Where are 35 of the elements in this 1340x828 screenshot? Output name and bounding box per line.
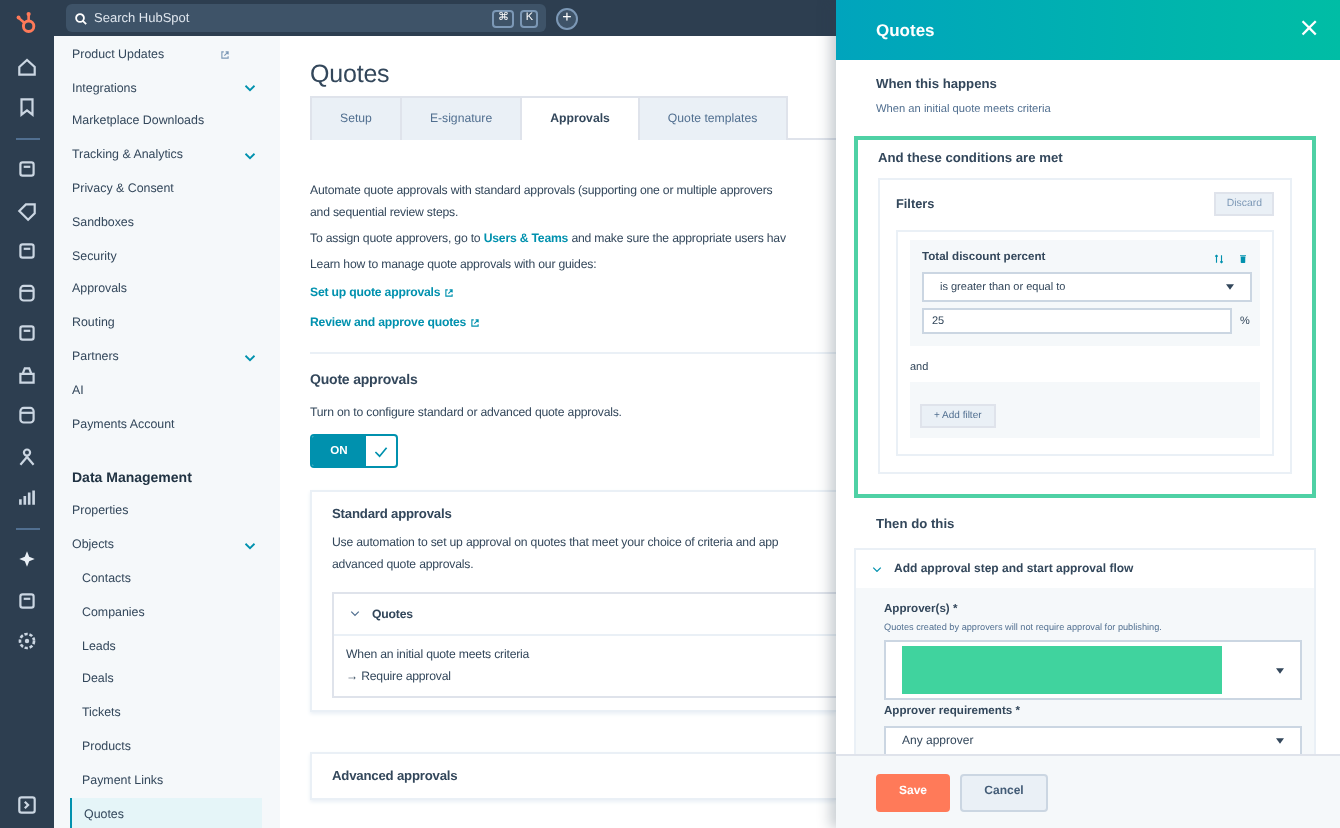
expand-icon[interactable] (16, 794, 38, 816)
cylinder-icon[interactable] (16, 404, 38, 426)
chevron-down-icon[interactable] (872, 565, 882, 573)
bookmark-icon[interactable] (16, 96, 38, 118)
swap-icon[interactable] (1214, 253, 1224, 263)
chart-icon[interactable] (16, 486, 38, 508)
chevron-down-icon (244, 353, 256, 362)
caret-icon (1226, 284, 1234, 290)
check-icon (374, 445, 388, 457)
square-icon[interactable] (16, 240, 38, 262)
settings-icon[interactable] (16, 630, 38, 652)
sparkle-icon[interactable] (16, 548, 38, 570)
square-icon[interactable] (16, 589, 38, 611)
chevron-down-icon (244, 84, 256, 93)
chevron-down-icon[interactable] (350, 610, 360, 618)
add-button[interactable]: + (556, 7, 578, 29)
trash-icon[interactable] (1238, 253, 1248, 263)
chevron-down-icon (244, 541, 256, 550)
external-link-icon (220, 49, 230, 60)
home-icon[interactable] (16, 55, 38, 77)
tag-icon[interactable] (16, 199, 38, 221)
sprocket-logo-icon[interactable] (14, 10, 40, 36)
caret-icon (1276, 667, 1284, 673)
panel-title: Quotes (876, 20, 935, 40)
external-link-icon (470, 317, 481, 327)
caret-icon (1276, 738, 1284, 744)
people-icon[interactable] (16, 445, 38, 467)
cylinder-icon[interactable] (16, 281, 38, 303)
square-icon[interactable] (16, 158, 38, 180)
search-icon (74, 11, 88, 25)
external-link-icon (444, 287, 455, 297)
page-title: Quotes (310, 60, 392, 90)
square-icon[interactable] (16, 322, 38, 344)
shop-icon[interactable] (16, 363, 38, 385)
chevron-down-icon (244, 151, 256, 160)
